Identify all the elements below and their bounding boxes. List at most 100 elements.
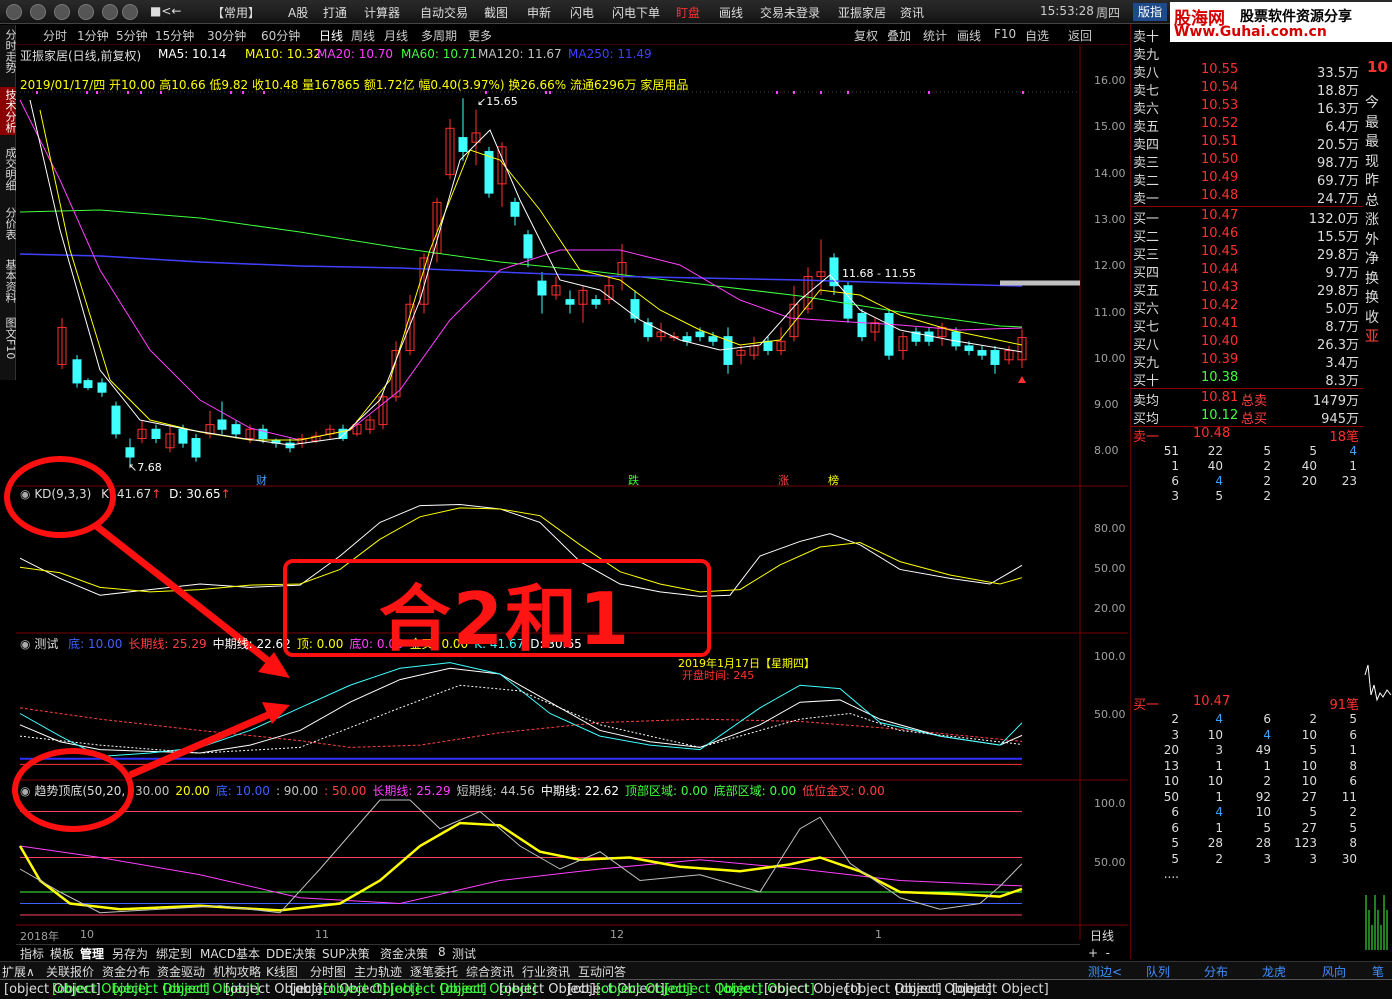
bid-price[interactable]: 10.40 <box>1201 334 1238 349</box>
ask-price[interactable]: 10.48 <box>1201 188 1238 203</box>
indicator-tab[interactable]: 模板 <box>50 945 74 962</box>
signal-dot <box>928 91 930 94</box>
function-bar: 扩展∧ 关联报价 资金分布 资金驱动 机构攻略 K线图 分时图 主力轨迹 逐笔委托 综合资讯 行业资… <box>0 961 1392 979</box>
kline-chart-canvas[interactable] <box>0 0 1130 945</box>
function-tab[interactable]: 资金驱动 <box>157 963 205 980</box>
bid-price[interactable]: 10.41 <box>1201 316 1238 331</box>
bid1-queue-cell: 5 <box>1309 805 1317 819</box>
ask-price[interactable]: 10.55 <box>1201 62 1238 77</box>
ask-price[interactable]: 10.53 <box>1201 98 1238 113</box>
bid1-queue-cell: 1 <box>1215 758 1223 773</box>
function-tab[interactable]: K线图 <box>266 963 298 980</box>
indicator-tab[interactable]: 管理 <box>80 945 104 962</box>
function-tab[interactable]: 资金分布 <box>102 963 150 980</box>
right-function-tab[interactable]: 笔 <box>1372 963 1384 980</box>
bid1-price: 10.47 <box>1193 694 1231 709</box>
ask-price[interactable]: 10.51 <box>1201 134 1238 149</box>
bid-price[interactable]: 10.42 <box>1201 298 1238 313</box>
orderbook-divider <box>1131 206 1363 207</box>
indicator-tab[interactable]: 绑定到 <box>156 945 192 962</box>
avg-total-label: 总卖 <box>1241 394 1268 409</box>
bid-price[interactable]: 10.43 <box>1201 280 1238 295</box>
ask-volume: 33.5万 <box>1317 66 1359 81</box>
ask-price[interactable]: 10.54 <box>1201 80 1238 95</box>
event-marker[interactable]: 财 <box>256 472 267 488</box>
bid-price[interactable]: 10.45 <box>1201 244 1238 259</box>
function-tab[interactable]: 机构攻略 <box>213 963 261 980</box>
function-tab[interactable]: 行业资讯 <box>522 963 570 980</box>
function-tab[interactable]: 主力轨迹 <box>354 963 402 980</box>
function-tab[interactable]: 扩展∧ <box>2 963 35 980</box>
bid-label: 买六 <box>1133 302 1160 317</box>
test-axis-label: 50.00 <box>1094 708 1126 721</box>
right-function-tab[interactable]: 风向 <box>1322 963 1346 980</box>
bid1-queue-cell: 92 <box>1255 789 1271 804</box>
indicator-tab[interactable]: 资金决策 <box>380 945 428 962</box>
indicator-tab[interactable]: MACD基本 <box>200 945 260 962</box>
indicator-tab[interactable]: 8 <box>438 945 446 959</box>
bid-price[interactable]: 10.38 <box>1201 370 1238 385</box>
indicator-tab[interactable]: 另存为 <box>112 945 148 962</box>
test-axis-label: 100.0 <box>1094 650 1126 663</box>
ma-label: MA250: 11.49 <box>568 47 652 61</box>
event-marker[interactable]: 跌 <box>628 472 639 488</box>
event-marker[interactable]: 榜 <box>828 472 839 488</box>
signal-dot <box>36 91 38 94</box>
kd-axis-label: 80.00 <box>1094 522 1126 535</box>
period-label-bottom[interactable]: 日线 <box>1090 927 1114 944</box>
ask1-label: 卖一 <box>1133 430 1160 445</box>
function-tab[interactable]: 逐笔委托 <box>410 963 458 980</box>
trend-longterm-line <box>19 845 1023 905</box>
trend-mid-line <box>18 821 1023 912</box>
ask-label: 卖六 <box>1133 102 1160 117</box>
function-tab[interactable]: 互动问答 <box>578 963 626 980</box>
right-function-tab[interactable]: 分布 <box>1204 963 1228 980</box>
bid-price[interactable]: 10.47 <box>1201 208 1238 223</box>
indicator-tab[interactable]: DDE决策 <box>266 945 316 962</box>
bid1-queue-cell: 1 <box>1215 789 1223 804</box>
trend-value: 短期线: 44.56 <box>456 784 535 798</box>
signal-dot <box>127 91 129 94</box>
bid1-queue-cell: 5 <box>1309 743 1317 757</box>
function-tab[interactable]: 综合资讯 <box>466 963 514 980</box>
zoom-buttons[interactable]: + - <box>1088 946 1110 960</box>
bid-price[interactable]: 10.39 <box>1201 352 1238 367</box>
panel-gear-icon[interactable]: ◉ <box>20 637 30 651</box>
ask-label: 卖九 <box>1133 48 1160 63</box>
right-function-tab[interactable]: 龙虎 <box>1262 963 1286 980</box>
price-axis-label: 9.00 <box>1094 398 1119 412</box>
indicator-tab[interactable]: SUP决策 <box>322 945 370 962</box>
x-axis-label: 12 <box>610 928 624 941</box>
indicator-tab[interactable]: 测试 <box>452 945 476 962</box>
trend-value: 底部区域: 0.00 <box>713 784 797 798</box>
bid-price[interactable]: 10.44 <box>1201 262 1238 277</box>
function-tab[interactable]: 分时图 <box>310 963 346 980</box>
price-axis-label: 8.00 <box>1094 444 1119 458</box>
price-axis-label: 13.00 <box>1094 212 1126 226</box>
avg-price: 10.12 <box>1201 408 1239 423</box>
ask-label: 卖三 <box>1133 156 1160 171</box>
avg-total-label: 总买 <box>1241 412 1268 427</box>
ma-label: MA60: 10.71 <box>401 47 478 61</box>
bid-price[interactable]: 10.46 <box>1201 226 1238 241</box>
candle-body <box>125 447 135 458</box>
far-right-price: 10 <box>1367 58 1388 76</box>
candle-body <box>72 359 82 384</box>
bid1-queue-cell: 6 <box>1349 727 1357 742</box>
ask-price[interactable]: 10.49 <box>1201 170 1238 185</box>
bid1-queue-cell: 3 <box>1215 743 1223 757</box>
function-tab[interactable]: 关联报价 <box>46 963 94 980</box>
ask-label: 卖十 <box>1133 30 1160 45</box>
avg-label: 买均 <box>1133 412 1160 427</box>
ask-price[interactable]: 10.52 <box>1201 116 1238 131</box>
candle-body <box>151 428 161 440</box>
event-marker[interactable]: 涨 <box>778 472 789 488</box>
ask-price[interactable]: 10.50 <box>1201 152 1238 167</box>
ask1-queue-cell: 51 <box>1163 444 1179 458</box>
right-function-tab[interactable]: 测边< <box>1088 963 1122 980</box>
bid1-queue-cell: 2 <box>1215 851 1223 866</box>
mode-button[interactable]: 版指 <box>1133 3 1167 21</box>
indicator-tab[interactable]: 指标 <box>20 945 44 962</box>
right-function-tab[interactable]: 队列 <box>1146 963 1170 980</box>
signal-dot <box>820 91 822 94</box>
